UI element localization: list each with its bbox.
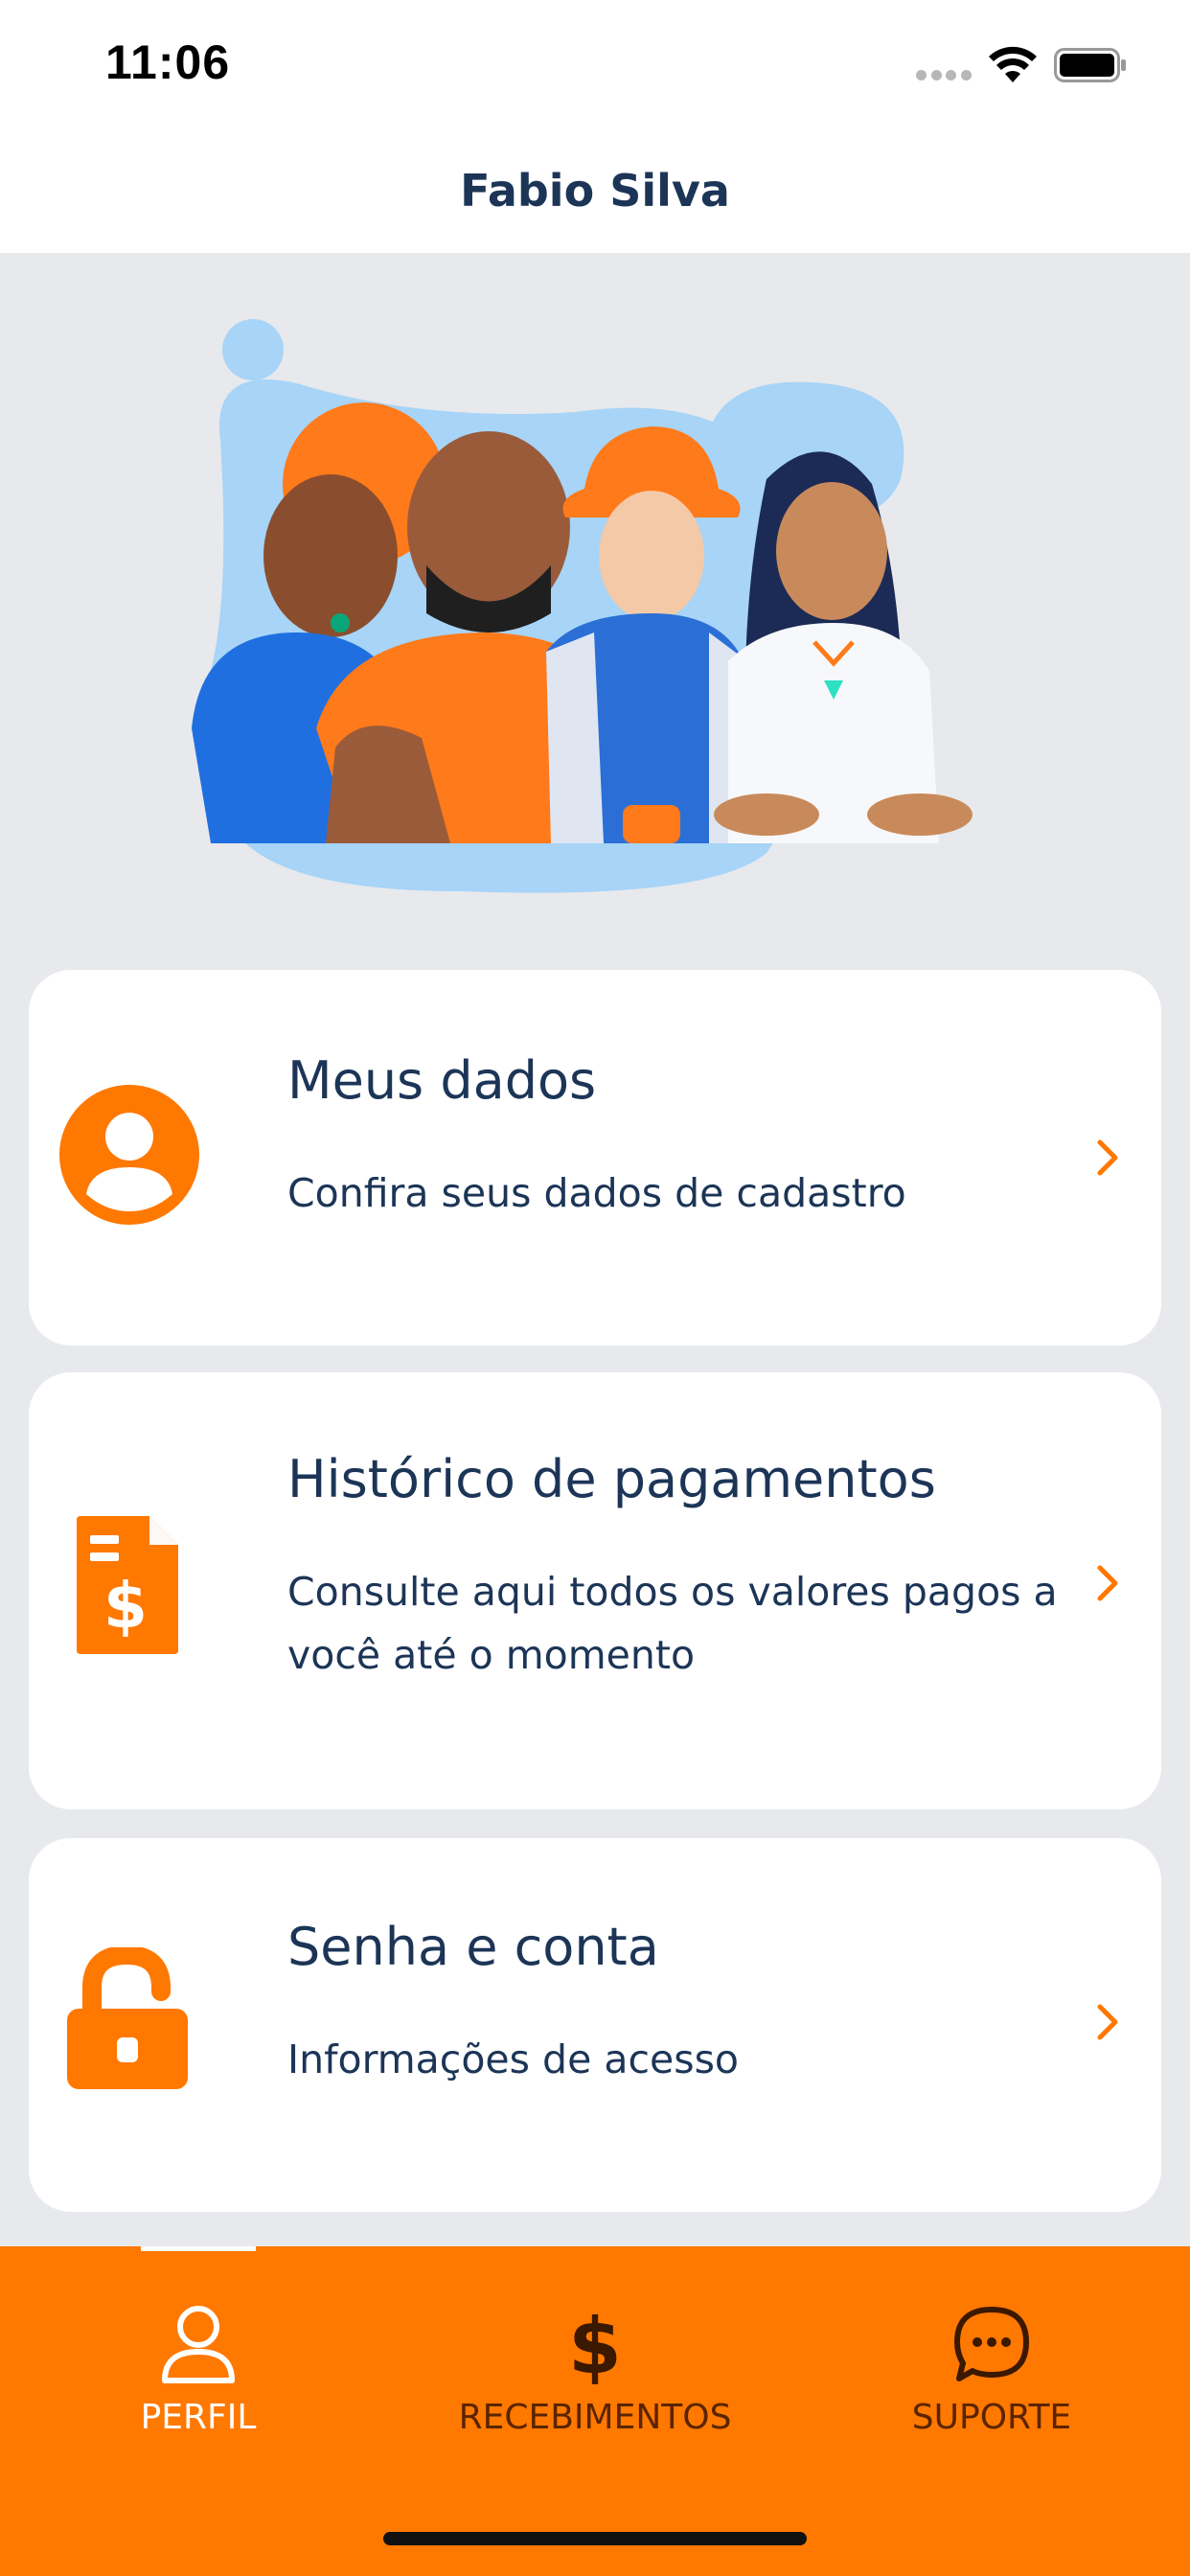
tab-label: RECEBIMENTOS: [458, 2398, 732, 2437]
people-illustration: [192, 319, 973, 893]
card-description: Informações de acesso: [287, 2036, 740, 2082]
wifi-icon: [989, 46, 1037, 82]
tab-label: PERFIL: [140, 2398, 257, 2437]
svg-text:$: $: [103, 1569, 148, 1643]
card-description: Confira seus dados de cadastro: [287, 1170, 906, 1216]
chat-bubble-icon: [954, 2307, 1029, 2381]
card-description: Consulte aqui todos os valores pagos a v…: [287, 1569, 1058, 1678]
bottom-tab-bar: PERFIL $ RECEBIMENTOS SUPORTE: [0, 2246, 1190, 2576]
tab-label: SUPORTE: [911, 2398, 1072, 2437]
menu-card-historico-pagamentos[interactable]: $ Histórico de pagamentos Consulte aqui …: [29, 1372, 1161, 1809]
navigation-header: Fabio Silva: [0, 126, 1190, 253]
card-title: Histórico de pagamentos: [287, 1449, 936, 1509]
menu-card-meus-dados[interactable]: Meus dados Confira seus dados de cadastr…: [29, 970, 1161, 1346]
user-circle-icon: [59, 1085, 199, 1225]
dollar-icon: $: [568, 2304, 622, 2384]
status-bar: 11:06: [0, 0, 1190, 126]
svg-text:$: $: [568, 2304, 622, 2384]
payment-document-icon: $: [77, 1516, 178, 1654]
tab-recebimentos[interactable]: $ RECEBIMENTOS: [397, 2246, 793, 2486]
card-title: Senha e conta: [287, 1917, 659, 1977]
person-icon: [162, 2306, 235, 2383]
unlock-icon: [67, 1947, 188, 2089]
battery-icon: [1054, 48, 1126, 82]
tab-suporte[interactable]: SUPORTE: [793, 2246, 1190, 2486]
card-title: Meus dados: [287, 1050, 597, 1111]
chevron-right-icon: [1097, 1565, 1118, 1601]
home-indicator: [383, 2532, 807, 2545]
page-title: Fabio Silva: [460, 165, 730, 217]
tab-perfil[interactable]: PERFIL: [0, 2246, 397, 2486]
chevron-right-icon: [1097, 1139, 1118, 1176]
chevron-right-icon: [1097, 2004, 1118, 2040]
cellular-signal-icon: [916, 70, 972, 83]
menu-card-senha-conta[interactable]: Senha e conta Informações de acesso: [29, 1838, 1161, 2212]
status-time: 11:06: [105, 35, 231, 89]
